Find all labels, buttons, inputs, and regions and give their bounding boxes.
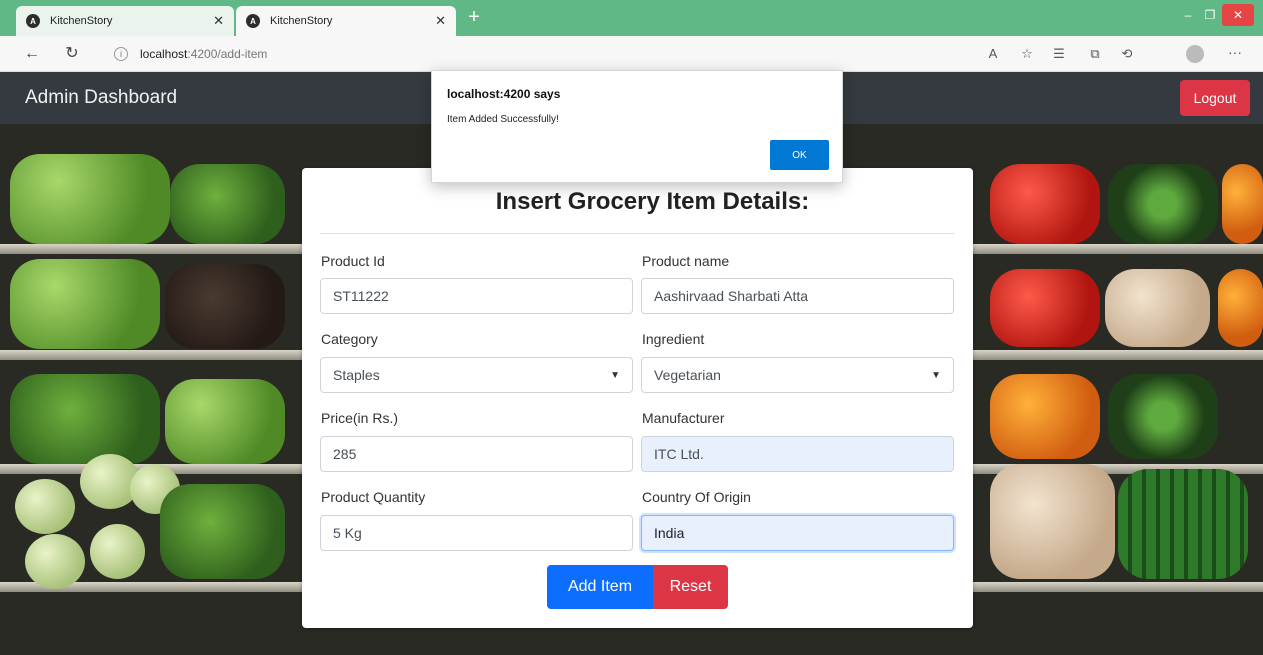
profile-avatar[interactable] — [1186, 45, 1204, 63]
reset-button[interactable]: Reset — [653, 565, 728, 609]
price-label: Price(in Rs.) — [321, 410, 399, 426]
collections-icon[interactable]: ⧉ — [1086, 45, 1104, 63]
dialog-title: localhost:4200 says — [447, 87, 561, 101]
add-item-button[interactable]: Add Item — [547, 565, 653, 609]
angular-favicon-icon: A — [246, 14, 260, 28]
window-close-icon[interactable]: ✕ — [1222, 4, 1254, 26]
read-aloud-icon[interactable]: A — [984, 45, 1002, 63]
navbar-brand[interactable]: Admin Dashboard — [25, 87, 177, 109]
url-text: localhost:4200/add-item — [140, 47, 268, 61]
history-icon[interactable]: ⟲ — [1118, 45, 1136, 63]
manufacturer-label: Manufacturer — [642, 410, 725, 426]
close-icon[interactable]: ✕ — [435, 13, 446, 29]
maximize-icon[interactable]: ❐ — [1200, 4, 1220, 26]
ingredient-selected-value: Vegetarian — [654, 367, 721, 383]
alert-dialog: localhost:4200 says Item Added Successfu… — [431, 70, 843, 183]
tab-title: KitchenStory — [50, 15, 113, 27]
ingredient-label: Ingredient — [642, 331, 705, 347]
favorite-icon[interactable]: ☆ — [1018, 45, 1036, 63]
info-icon[interactable]: i — [114, 47, 128, 61]
chevron-down-icon: ▼ — [610, 369, 620, 381]
category-label: Category — [321, 331, 378, 347]
quantity-label: Product Quantity — [321, 489, 426, 505]
ok-button[interactable]: OK — [770, 140, 829, 170]
back-arrow-icon[interactable]: ← — [22, 44, 42, 64]
dialog-message: Item Added Successfully! — [447, 114, 559, 125]
minimize-icon[interactable]: – — [1178, 4, 1198, 26]
more-menu-icon[interactable]: ··· — [1228, 44, 1242, 60]
product-name-input[interactable] — [641, 278, 954, 314]
url-input[interactable]: i localhost:4200/add-item — [108, 41, 968, 67]
product-id-input[interactable] — [320, 278, 633, 314]
chevron-down-icon: ▼ — [931, 369, 941, 381]
divider — [320, 233, 955, 234]
close-icon[interactable]: ✕ — [213, 13, 224, 29]
category-selected-value: Staples — [333, 367, 380, 383]
browser-tab[interactable]: A KitchenStory ✕ — [16, 6, 234, 36]
ingredient-select[interactable]: Vegetarian ▼ — [641, 357, 954, 393]
new-tab-icon[interactable]: + — [462, 6, 486, 30]
form-title: Insert Grocery Item Details: — [495, 188, 810, 215]
logout-button[interactable]: Logout — [1180, 80, 1250, 116]
favorites-list-icon[interactable]: ☰ — [1050, 45, 1068, 63]
browser-tab-bar: A KitchenStory ✕ A KitchenStory ✕ + – ❐ … — [0, 0, 1263, 36]
browser-tab-active[interactable]: A KitchenStory ✕ — [236, 6, 456, 36]
reload-icon[interactable]: ↻ — [62, 44, 82, 64]
category-select[interactable]: Staples ▼ — [320, 357, 633, 393]
tab-title: KitchenStory — [270, 15, 333, 27]
country-input[interactable] — [641, 515, 954, 551]
browser-address-bar: ← ↻ i localhost:4200/add-item A ☆ ☰ ⧉ ⟲ … — [0, 36, 1263, 72]
angular-favicon-icon: A — [26, 14, 40, 28]
product-name-label: Product name — [642, 253, 730, 269]
quantity-input[interactable] — [320, 515, 633, 551]
price-input[interactable] — [320, 436, 633, 472]
insert-item-form: Insert Grocery Item Details: Product Id … — [302, 168, 973, 628]
manufacturer-input[interactable] — [641, 436, 954, 472]
product-id-label: Product Id — [321, 253, 385, 269]
country-label: Country Of Origin — [642, 489, 751, 505]
